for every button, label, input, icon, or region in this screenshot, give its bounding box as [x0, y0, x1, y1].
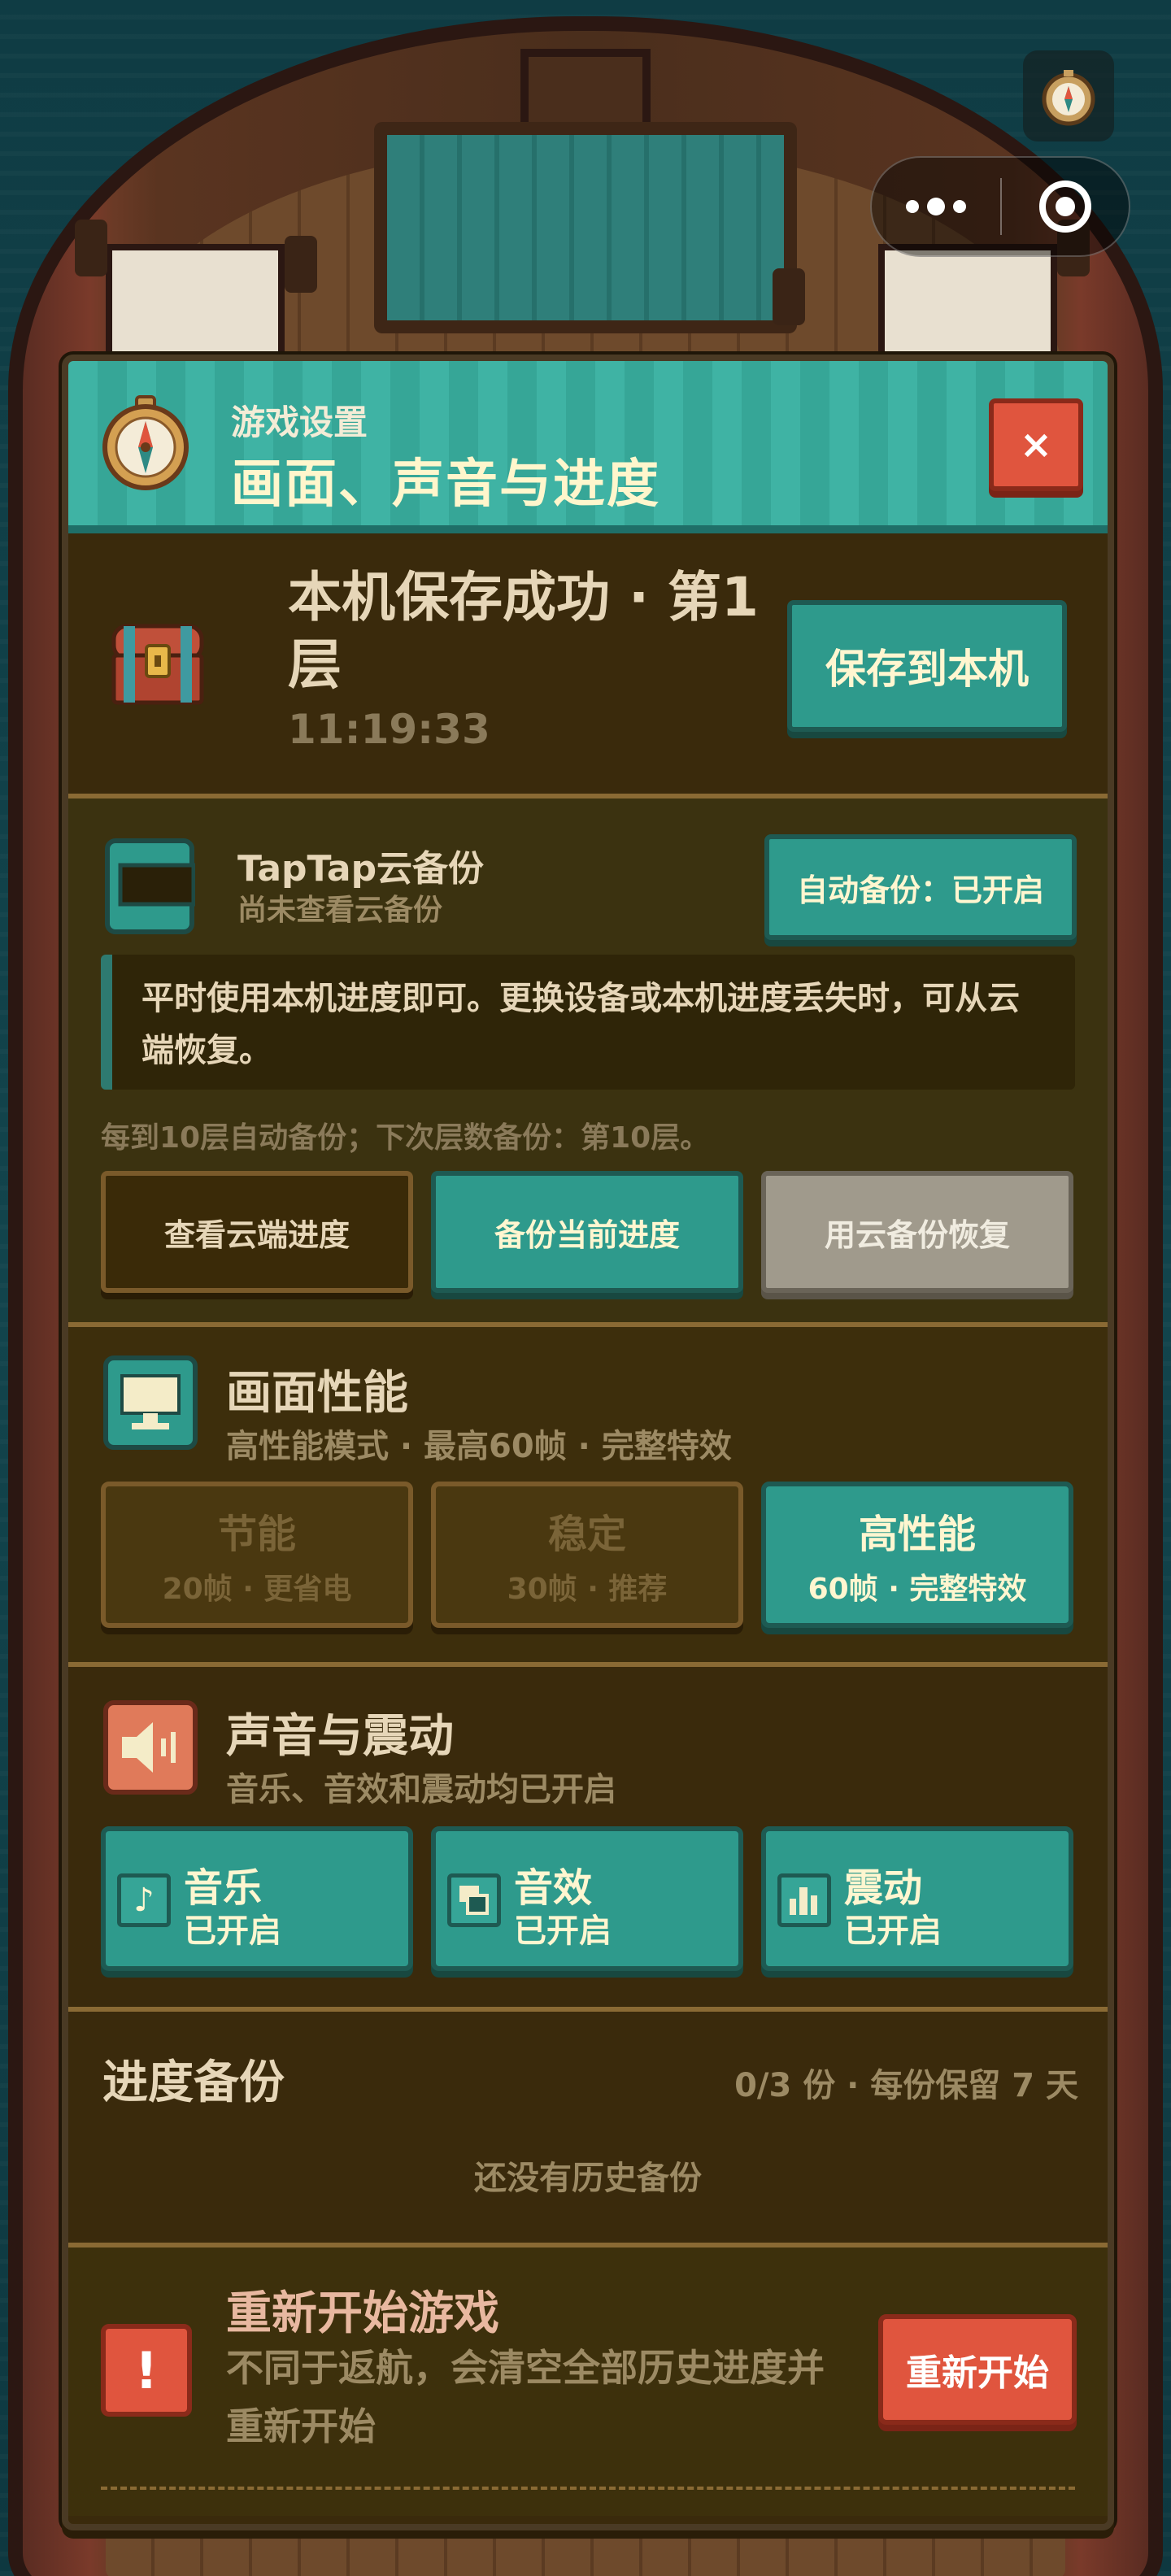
- speaker-icon: [103, 1700, 198, 1795]
- restart-button[interactable]: 重新开始: [878, 2314, 1077, 2425]
- perf-option-desc: 20帧 · 更省电: [162, 1573, 352, 1606]
- music-toggle[interactable]: ♪ 音乐 已开启: [101, 1826, 413, 1971]
- panel-subtitle: 游戏设置: [231, 402, 368, 442]
- toggle-state: 已开启: [844, 1912, 942, 1950]
- settings-panel: 游戏设置 画面、声音与进度 × 本机保存成功 · 第1层 11:19:33 保存…: [62, 355, 1114, 2530]
- sound-title: 声音与震动: [226, 1710, 454, 1763]
- cloud-backup-section: TapTap云备份 尚未查看云备份 自动备份：已开启 平时使用本机进度即可。更换…: [68, 798, 1108, 1327]
- toggle-state: 已开启: [184, 1912, 281, 1950]
- performance-subtitle: 高性能模式 · 最高60帧 · 完整特效: [226, 1428, 732, 1465]
- music-note-icon: ♪: [117, 1873, 171, 1927]
- sound-section: 声音与震动 音乐、音效和震动均已开启 ♪ 音乐 已开启 音效 已开启 震动 已开…: [68, 1667, 1108, 2012]
- close-button[interactable]: ×: [989, 398, 1083, 491]
- backup-current-button[interactable]: 备份当前进度: [431, 1171, 743, 1293]
- performance-title: 画面性能: [226, 1367, 408, 1420]
- warning-icon: !: [101, 2324, 192, 2417]
- cloud-schedule-note: 每到10层自动备份；下次层数备份：第10层。: [101, 1121, 710, 1155]
- perf-option-desc: 30帧 · 推荐: [507, 1573, 668, 1606]
- perf-option-eco[interactable]: 节能 20帧 · 更省电: [101, 1482, 413, 1628]
- view-cloud-progress-button[interactable]: 查看云端进度: [101, 1171, 413, 1293]
- sound-subtitle: 音乐、音效和震动均已开启: [226, 1771, 616, 1808]
- vibration-toggle[interactable]: 震动 已开启: [761, 1826, 1073, 1971]
- compass-menu-icon[interactable]: [1023, 50, 1114, 141]
- cloud-title: TapTap云备份: [237, 848, 485, 890]
- cloud-device-icon: [105, 838, 195, 934]
- close-app-icon[interactable]: [1002, 181, 1129, 233]
- backup-empty-text: 还没有历史备份: [474, 2160, 702, 2197]
- perf-option-stable[interactable]: 稳定 30帧 · 推荐: [431, 1482, 743, 1628]
- backup-meta: 0/3 份 · 每份保留 7 天: [734, 2067, 1078, 2104]
- restart-section: ! 重新开始游戏 不同于返航，会清空全部历史进度并重新开始 重新开始: [68, 2247, 1108, 2516]
- local-save-section: 本机保存成功 · 第1层 11:19:33 保存到本机: [68, 533, 1108, 798]
- more-menu-icon[interactable]: [872, 198, 1000, 215]
- vibration-icon: [777, 1873, 831, 1927]
- perf-option-label: 高性能: [858, 1512, 976, 1557]
- restart-description: 不同于返航，会清空全部历史进度并重新开始: [226, 2346, 825, 2448]
- toggle-state: 已开启: [514, 1912, 612, 1950]
- cloud-notice: 平时使用本机进度即可。更换设备或本机进度丢失时，可从云端恢复。: [101, 955, 1075, 1090]
- save-status: 本机保存成功 · 第1层: [288, 566, 759, 696]
- restart-title: 重新开始游戏: [226, 2287, 499, 2340]
- backup-title: 进度备份: [102, 2056, 285, 2109]
- auto-backup-toggle[interactable]: 自动备份：已开启: [764, 834, 1077, 940]
- history-backup-section: 进度备份 0/3 份 · 每份保留 7 天 还没有历史备份: [68, 2012, 1108, 2247]
- perf-option-desc: 60帧 · 完整特效: [808, 1573, 1027, 1606]
- divider: [101, 2487, 1075, 2490]
- panel-header: 游戏设置 画面、声音与进度 ×: [68, 361, 1108, 533]
- perf-option-label: 稳定: [547, 1512, 626, 1557]
- save-time: 11:19:33: [288, 706, 490, 753]
- mini-program-capsule: [870, 156, 1130, 257]
- treasure-chest-icon: [111, 624, 204, 705]
- cloud-status: 尚未查看云备份: [237, 894, 443, 927]
- monitor-icon: [103, 1355, 198, 1450]
- panel-title: 画面、声音与进度: [231, 455, 660, 515]
- compass-icon: [102, 395, 189, 490]
- restore-cloud-button[interactable]: 用云备份恢复: [761, 1171, 1073, 1293]
- sound-effect-icon: [447, 1873, 501, 1927]
- perf-option-high[interactable]: 高性能 60帧 · 完整特效: [761, 1482, 1073, 1628]
- performance-section: 画面性能 高性能模式 · 最高60帧 · 完整特效 节能 20帧 · 更省电 稳…: [68, 1327, 1108, 1667]
- perf-option-label: 节能: [217, 1512, 296, 1557]
- save-local-button[interactable]: 保存到本机: [787, 600, 1067, 732]
- sfx-toggle[interactable]: 音效 已开启: [431, 1826, 743, 1971]
